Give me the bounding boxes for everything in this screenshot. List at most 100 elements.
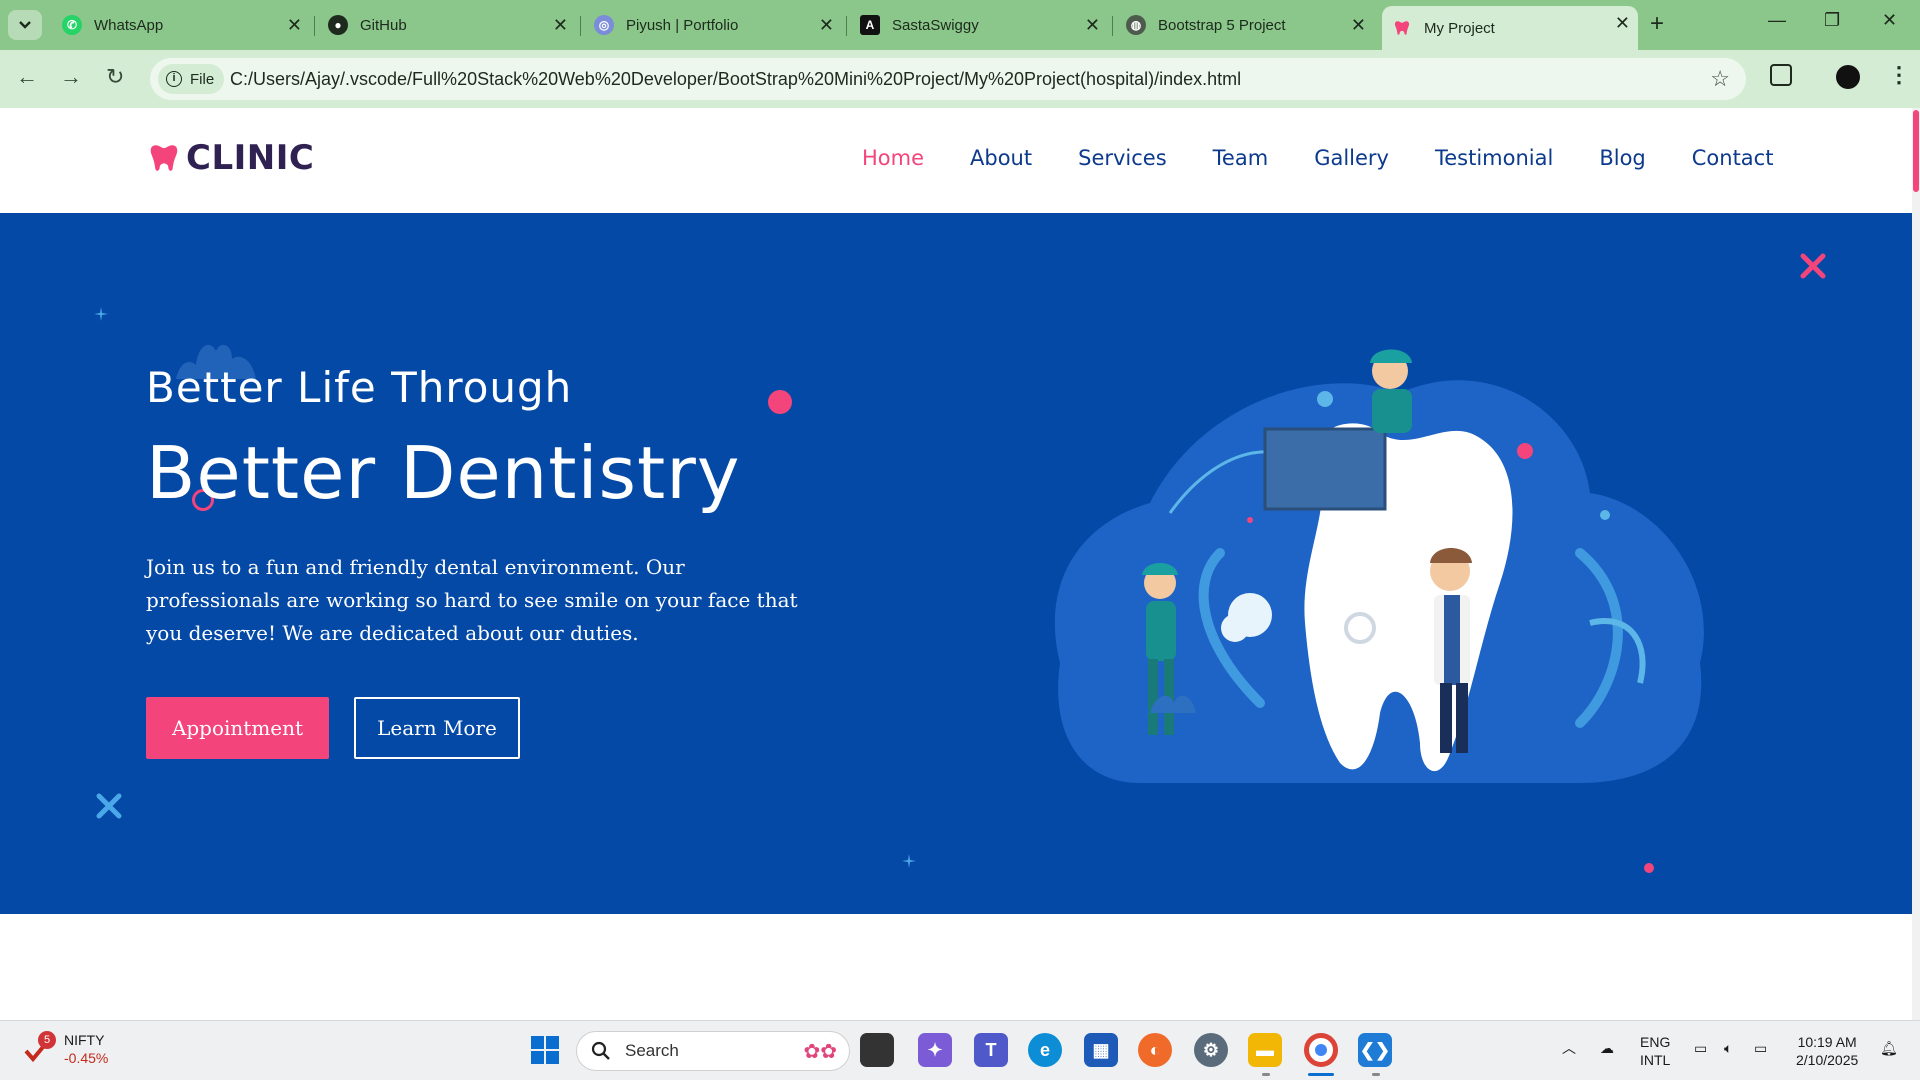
notification-badge: 5 (38, 1031, 56, 1049)
more-menu-icon[interactable]: ⋮ (1888, 62, 1910, 88)
tab-label: GitHub (360, 16, 407, 34)
volume-icon[interactable]: 🔈︎ (1724, 1039, 1732, 1057)
notification-bell-icon[interactable]: 🔔︎ (1880, 1039, 1898, 1057)
date-label: 2/10/2025 (1796, 1052, 1859, 1068)
site-header: CLINIC Home About Services Team Gallery … (0, 108, 1912, 213)
close-icon[interactable]: ✕ (1351, 15, 1366, 36)
market-widget[interactable]: 5 NIFTY -0.45% (24, 1031, 108, 1067)
sparkle-icon (902, 854, 916, 868)
profile-avatar[interactable] (1836, 65, 1860, 89)
copilot-icon[interactable]: ✦ (918, 1033, 952, 1067)
appointment-button[interactable]: Appointment (146, 697, 329, 759)
info-icon: i (166, 71, 182, 87)
close-icon[interactable]: ✕ (553, 15, 568, 36)
close-icon[interactable]: ✕ (819, 15, 834, 36)
firefox-icon[interactable]: ◐ (1138, 1033, 1172, 1067)
page-scrollbar[interactable] (1912, 108, 1920, 1020)
onedrive-icon[interactable]: ☁ (1600, 1039, 1614, 1057)
reload-icon[interactable]: ↻ (106, 64, 124, 90)
nav-contact[interactable]: Contact (1692, 146, 1774, 170)
vscode-icon[interactable]: ❮❯ (1358, 1033, 1392, 1067)
nav-home[interactable]: Home (862, 146, 924, 170)
browser-toolbar: ← → ↻ i File C:/Users/Ajay/.vscode/Full%… (0, 50, 1920, 108)
tab-label: SastaSwiggy (892, 16, 979, 34)
restore-icon[interactable]: ❐ (1824, 10, 1840, 31)
site-logo[interactable]: CLINIC (146, 138, 314, 178)
time-label: 10:19 AM (1797, 1034, 1857, 1050)
tab-label: WhatsApp (94, 16, 164, 34)
site-info-chip[interactable]: i File (158, 64, 225, 94)
tab-divider (580, 16, 581, 36)
battery-icon[interactable]: ▭ (1754, 1039, 1767, 1057)
minimize-icon[interactable]: — (1768, 10, 1786, 31)
nav-blog[interactable]: Blog (1599, 146, 1645, 170)
close-window-icon[interactable]: ✕ (1882, 10, 1897, 31)
tab-github[interactable]: ● GitHub ✕ (318, 8, 576, 42)
chrome-icon[interactable] (1304, 1033, 1338, 1067)
tab-sastaswiggy[interactable]: A SastaSwiggy ✕ (850, 8, 1108, 42)
tab-label: Piyush | Portfolio (626, 16, 739, 34)
url-text[interactable]: C:/Users/Ajay/.vscode/Full%20Stack%20Web… (230, 69, 1241, 90)
page-scrollbar-thumb[interactable] (1913, 110, 1919, 192)
portfolio-icon: ◎ (594, 15, 614, 35)
file-chip-label: File (190, 70, 215, 88)
cross-icon (1800, 253, 1826, 279)
pink-dot (768, 390, 792, 414)
running-indicator (1372, 1073, 1380, 1076)
clock[interactable]: 10:19 AM 2/10/2025 (1796, 1033, 1858, 1069)
search-icon (591, 1041, 610, 1060)
globe-icon: ◍ (1126, 15, 1146, 35)
language-label: ENG (1640, 1034, 1671, 1050)
network-icon[interactable]: ▭ (1694, 1039, 1707, 1057)
flowers-icon: ✿✿ (803, 1040, 837, 1063)
logo-text: CLINIC (186, 138, 315, 178)
address-bar[interactable]: i File C:/Users/Ajay/.vscode/Full%20Stac… (150, 58, 1746, 100)
hero-subtitle: Better Life Through (146, 363, 573, 412)
new-tab-button[interactable]: + (1650, 10, 1664, 38)
tab-my-project[interactable]: My Project ✕ (1382, 6, 1638, 50)
tab-search-button[interactable] (8, 10, 42, 40)
active-indicator (1308, 1073, 1334, 1076)
nav-testimonial[interactable]: Testimonial (1435, 146, 1553, 170)
tab-divider (314, 16, 315, 36)
tooth-icon (150, 145, 178, 171)
hero-title: Better Dentistry (146, 431, 741, 515)
nav-gallery[interactable]: Gallery (1314, 146, 1389, 170)
widget-name: NIFTY (64, 1032, 105, 1048)
settings-gear-icon[interactable]: ⚙ (1194, 1033, 1228, 1067)
extensions-icon[interactable] (1770, 64, 1792, 86)
main-nav: Home About Services Team Gallery Testimo… (862, 146, 1773, 170)
teams-icon[interactable]: T (974, 1033, 1008, 1067)
language-indicator[interactable]: ENG INTL (1640, 1033, 1670, 1069)
hero-description: Join us to a fun and friendly dental env… (146, 555, 798, 645)
search-label: Search (625, 1041, 679, 1060)
windows-taskbar: 5 NIFTY -0.45% Search ✿✿ ✦ T e ▦ ◐ ⚙ ▬ ❮… (0, 1020, 1920, 1080)
tab-divider (1112, 16, 1113, 36)
store-icon[interactable]: ▦ (1084, 1033, 1118, 1067)
forward-icon[interactable]: → (60, 64, 82, 90)
nav-about[interactable]: About (970, 146, 1032, 170)
bookmark-star-icon[interactable]: ☆ (1710, 66, 1730, 92)
widget-change: -0.45% (64, 1050, 109, 1066)
back-icon[interactable]: ← (16, 64, 38, 90)
tab-whatsapp[interactable]: ✆ WhatsApp ✕ (52, 8, 310, 42)
learn-more-button[interactable]: Learn More (354, 697, 520, 759)
stock-chart-icon: 5 (24, 1031, 56, 1063)
close-icon[interactable]: ✕ (1615, 13, 1630, 34)
cross-icon (96, 793, 122, 819)
dentist-illustration (1054, 349, 1704, 783)
layout-label: INTL (1640, 1052, 1671, 1068)
nav-services[interactable]: Services (1078, 146, 1167, 170)
running-indicator (1262, 1073, 1270, 1076)
windows-start-icon[interactable] (528, 1033, 562, 1067)
edge-icon[interactable]: e (1028, 1033, 1062, 1067)
taskbar-search[interactable]: Search ✿✿ (576, 1031, 850, 1071)
file-explorer-icon[interactable]: ▬ (1248, 1033, 1282, 1067)
close-icon[interactable]: ✕ (287, 15, 302, 36)
tab-bootstrap[interactable]: ◍ Bootstrap 5 Project ✕ (1116, 8, 1374, 42)
task-view-icon[interactable] (860, 1033, 894, 1067)
close-icon[interactable]: ✕ (1085, 15, 1100, 36)
nav-team[interactable]: Team (1213, 146, 1269, 170)
chevron-up-icon[interactable]: ︿ (1562, 1039, 1576, 1057)
tab-portfolio[interactable]: ◎ Piyush | Portfolio ✕ (584, 8, 842, 42)
